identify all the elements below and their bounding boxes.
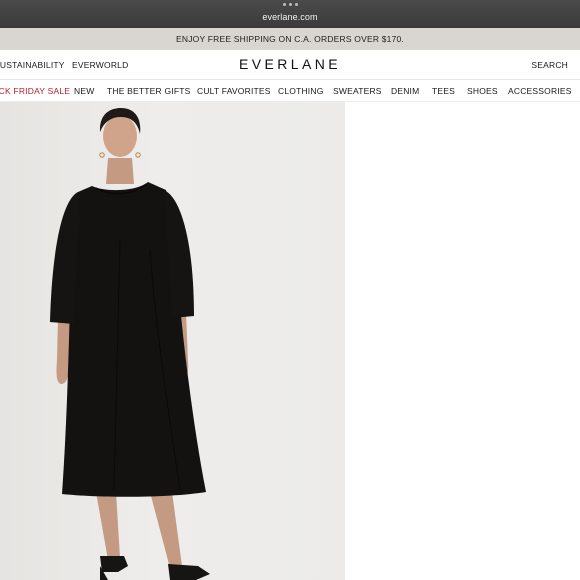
nav-item-black-friday-sale[interactable]: BLACK FRIDAY SALE (0, 86, 70, 96)
nav-item-cult-favorites[interactable]: CULT FAVORITES (197, 86, 271, 96)
more-options-icon[interactable] (0, 3, 580, 9)
promo-text: ENJOY FREE SHIPPING ON C.A. ORDERS OVER … (175, 34, 404, 44)
nav-item-clothing[interactable]: CLOTHING (278, 86, 324, 96)
search-button[interactable]: SEARCH (531, 60, 568, 70)
nav-item-denim[interactable]: DENIM (391, 86, 419, 96)
address-bar[interactable]: everlane.com (0, 12, 580, 22)
promo-banner[interactable]: ENJOY FREE SHIPPING ON C.A. ORDERS OVER … (0, 28, 580, 50)
main-nav: BLACK FRIDAY SALE NEW THE BETTER GIFTS C… (0, 80, 580, 102)
browser-toolbar: everlane.com (0, 0, 580, 28)
nav-item-accessories[interactable]: ACCESSORIES (508, 86, 572, 96)
hero-product-image[interactable] (0, 102, 345, 580)
site-header: SUSTAINABILITY EVERWORLD EVERLANE SEARCH (0, 50, 580, 80)
nav-item-shoes[interactable]: SHOES (467, 86, 498, 96)
nav-item-new[interactable]: NEW (74, 86, 94, 96)
product-details-panel (345, 102, 580, 580)
site-logo[interactable]: EVERLANE (0, 56, 580, 72)
nav-item-sweaters[interactable]: SWEATERS (333, 86, 382, 96)
nav-item-better-gifts[interactable]: THE BETTER GIFTS (107, 86, 190, 96)
model-dress-image (50, 108, 210, 580)
nav-item-tees[interactable]: TEES (432, 86, 455, 96)
